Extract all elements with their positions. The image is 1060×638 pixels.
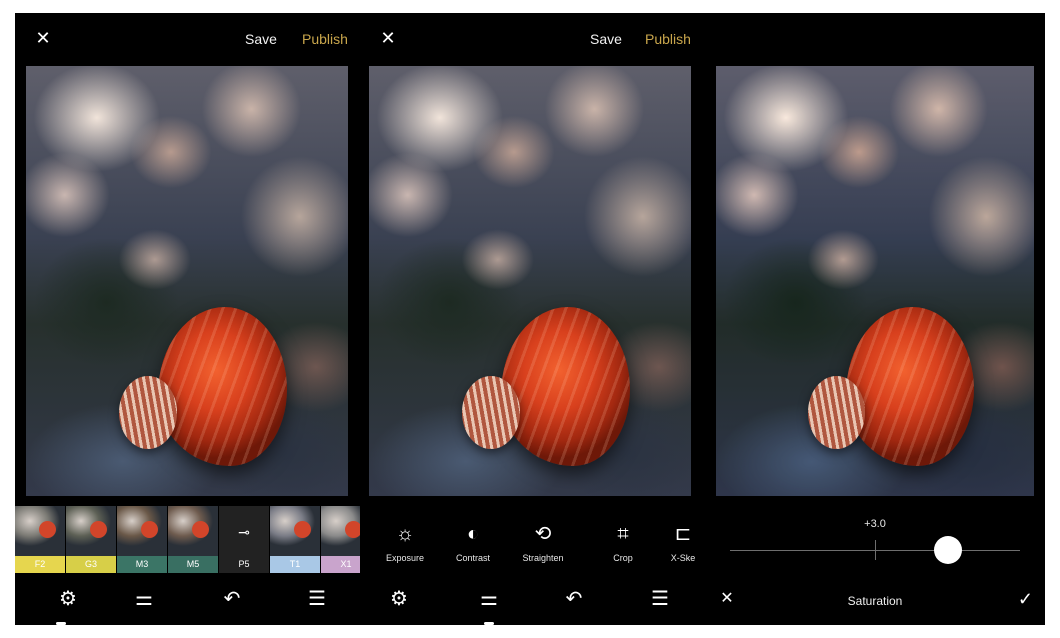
bottom-action-bar: ✕ Saturation ✓ [705, 573, 1045, 625]
tool-contrast[interactable]: ◐ Contrast [440, 521, 506, 563]
thumbnail-shell [39, 521, 56, 538]
exposure-icon: ☼ [395, 523, 415, 545]
filters-icon[interactable]: ⚙ [54, 585, 82, 613]
thumbnail-shell [192, 521, 209, 538]
preset-label: P5 [219, 556, 269, 573]
preset-label: F2 [15, 556, 65, 573]
preset-label: M3 [117, 556, 167, 573]
preset-filter-g3[interactable]: G3 [66, 506, 116, 573]
thumbnail-shell [141, 521, 158, 538]
preset-filter-m3[interactable]: M3 [117, 506, 167, 573]
crop-icon: ⌗ [617, 523, 629, 545]
history-icon[interactable]: ☰ [303, 585, 331, 613]
tool-x-ske[interactable]: ⊏ X-Ske [650, 521, 705, 563]
preset-thumbnail [321, 506, 360, 556]
close-icon[interactable]: ✕ [33, 28, 53, 48]
preset-filter-strip: F2 G3 M3 M5 ⊸ P5 T1 X1 [15, 506, 360, 573]
undo-icon[interactable]: ↶ [218, 585, 246, 613]
active-tab-indicator [484, 622, 494, 625]
checkmark-icon[interactable]: ✓ [1018, 589, 1033, 610]
photo-preview [26, 66, 348, 496]
straighten-icon: ⟲ [534, 523, 552, 545]
photo-preview [369, 66, 691, 496]
saturation-slider-panel: +3.0 [705, 506, 1045, 573]
undo-icon[interactable]: ↶ [560, 585, 588, 613]
active-tab-indicator [56, 622, 66, 625]
editor-screen-presets: ✕ Save Publish F2 G3 M3 M5 ⊸ P5 T1 X1 ⚙ ⚌ ↶ ☰ [15, 13, 360, 625]
tool-label: X-Ske [670, 553, 696, 563]
bottom-nav: ⚙ ⚌ ↶ ☰ [360, 573, 705, 625]
tool-label: Straighten [522, 553, 564, 563]
photo-preview [716, 66, 1034, 496]
preset-thumbnail [15, 506, 65, 556]
top-bar: ✕ Save Publish [360, 13, 705, 66]
save-button[interactable]: Save [590, 31, 622, 47]
preset-label: T1 [270, 556, 320, 573]
adjust-icon[interactable]: ⚌ [475, 585, 503, 613]
snail-shell-spire [119, 375, 178, 449]
history-icon[interactable]: ☰ [646, 585, 674, 613]
snail-shell-spire [808, 375, 866, 449]
tool-exposure[interactable]: ☼ Exposure [372, 521, 438, 563]
contrast-icon: ◐ [466, 523, 480, 545]
preset-thumbnail [168, 506, 218, 556]
preset-label: M5 [168, 556, 218, 573]
preset-settings-icon: ⊸ [238, 524, 250, 540]
top-bar: ✕ Save Publish [15, 13, 360, 66]
editor-screen-tools: ✕ Save Publish ☼ Exposure ◐ Contrast ⟲ Straig… [360, 13, 705, 625]
preset-filter-t1[interactable]: T1 [270, 506, 320, 573]
publish-button[interactable]: Publish [645, 31, 691, 47]
tool-label: Contrast [455, 553, 490, 563]
tool-label: Exposure [385, 553, 425, 563]
thumbnail-shell [90, 521, 107, 538]
bottom-nav: ⚙ ⚌ ↶ ☰ [15, 573, 360, 625]
snail-shell-spire [462, 375, 521, 449]
tool-label: Crop [613, 553, 633, 563]
snail-shell [846, 306, 974, 466]
adjustment-tool-strip: ☼ Exposure ◐ Contrast ⟲ Straighten ⌗ Crop ⊏ X-Ske [360, 521, 705, 573]
preset-thumbnail [66, 506, 116, 556]
tool-name: Saturation [847, 594, 903, 608]
preset-filter-m5[interactable]: M5 [168, 506, 218, 573]
x-ske-icon: ⊏ [674, 523, 692, 545]
publish-button[interactable]: Publish [302, 31, 348, 47]
slider-center-mark [875, 540, 876, 560]
preset-label: G3 [66, 556, 116, 573]
filters-icon[interactable]: ⚙ [385, 585, 413, 613]
adjust-icon[interactable]: ⚌ [130, 585, 158, 613]
preset-thumbnail [117, 506, 167, 556]
slider-value: +3.0 [864, 518, 886, 530]
tool-crop[interactable]: ⌗ Crop [590, 521, 656, 563]
editor-screen-saturation: +3.0 ✕ Saturation ✓ [705, 13, 1045, 625]
preset-filter-f2[interactable]: F2 [15, 506, 65, 573]
close-icon[interactable]: ✕ [378, 28, 398, 48]
thumbnail-shell [294, 521, 311, 538]
preset-thumbnail [270, 506, 320, 556]
save-button[interactable]: Save [245, 31, 277, 47]
tool-straighten[interactable]: ⟲ Straighten [510, 521, 576, 563]
preset-filter-p5[interactable]: ⊸ P5 [219, 506, 269, 573]
preset-label: X1 [321, 556, 360, 573]
slider-thumb[interactable] [933, 536, 962, 564]
preset-filter-x1[interactable]: X1 [321, 506, 360, 573]
thumbnail-shell [345, 521, 360, 538]
